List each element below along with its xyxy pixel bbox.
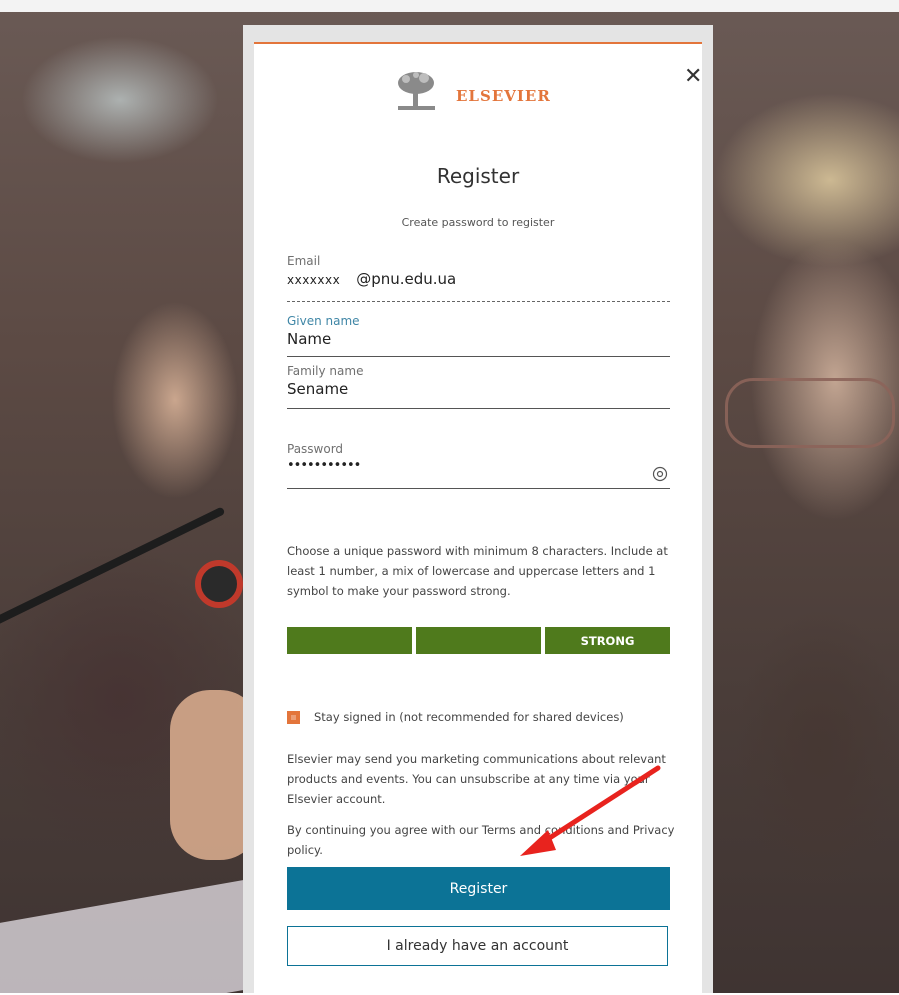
family-name-field[interactable]: Family name Sename	[287, 364, 670, 409]
stay-signed-in-label: Stay signed in (not recommended for shar…	[314, 710, 624, 724]
strength-segment-3: STRONG	[545, 627, 670, 654]
strength-segment-2	[416, 627, 541, 654]
given-name-field[interactable]: Given name Name	[287, 314, 670, 357]
email-field[interactable]: Email xxxxxxx @pnu.edu.ua	[287, 254, 670, 302]
stay-signed-in-checkbox[interactable]	[287, 710, 300, 724]
email-label: Email	[287, 254, 321, 268]
microphone-stand	[0, 506, 226, 628]
tree-logo-icon	[394, 69, 439, 114]
email-underline	[287, 301, 670, 302]
password-underline	[287, 488, 670, 489]
elsevier-logo: ELSEVIER	[394, 69, 594, 119]
terms-notice: By continuing you agree with our Terms a…	[287, 823, 675, 857]
top-strip	[0, 0, 899, 12]
password-field[interactable]: Password •••••••••••	[287, 442, 670, 489]
register-modal: ✕ ELSEVIER Register Create password to r…	[243, 25, 713, 995]
family-name-label: Family name	[287, 364, 364, 378]
marketing-notice: Elsevier may send you marketing communic…	[287, 752, 666, 806]
register-card: ✕ ELSEVIER Register Create password to r…	[254, 42, 702, 995]
stay-signed-in-row[interactable]: Stay signed in (not recommended for shar…	[287, 710, 677, 724]
page-title: Register	[436, 164, 520, 188]
given-name-underline	[287, 356, 670, 357]
email-value: xxxxxxx @pnu.edu.ua	[287, 270, 670, 288]
close-icon[interactable]: ✕	[684, 66, 702, 88]
family-name-value: Sename	[287, 380, 349, 398]
brand-wordmark: ELSEVIER	[456, 87, 551, 105]
page-subtitle: Create password to register	[401, 216, 555, 229]
email-domain: @pnu.edu.ua	[356, 270, 457, 288]
password-help-text: Choose a unique password with minimum 8 …	[287, 544, 668, 598]
strength-segment-1	[287, 627, 412, 654]
microphone-head	[195, 560, 243, 608]
eye-icon[interactable]	[652, 466, 668, 482]
given-name-value: Name	[287, 330, 332, 348]
register-button[interactable]: Register	[287, 867, 670, 910]
existing-account-button[interactable]: I already have an account	[287, 926, 668, 966]
laptop-shape	[0, 877, 260, 993]
password-strength-meter: STRONG	[287, 627, 670, 654]
password-value: •••••••••••	[287, 458, 361, 473]
glasses-shape	[725, 378, 895, 448]
password-label: Password	[287, 442, 344, 456]
family-name-underline	[287, 408, 670, 409]
given-name-label: Given name	[287, 314, 360, 328]
email-local-part: xxxxxxx	[287, 273, 341, 287]
